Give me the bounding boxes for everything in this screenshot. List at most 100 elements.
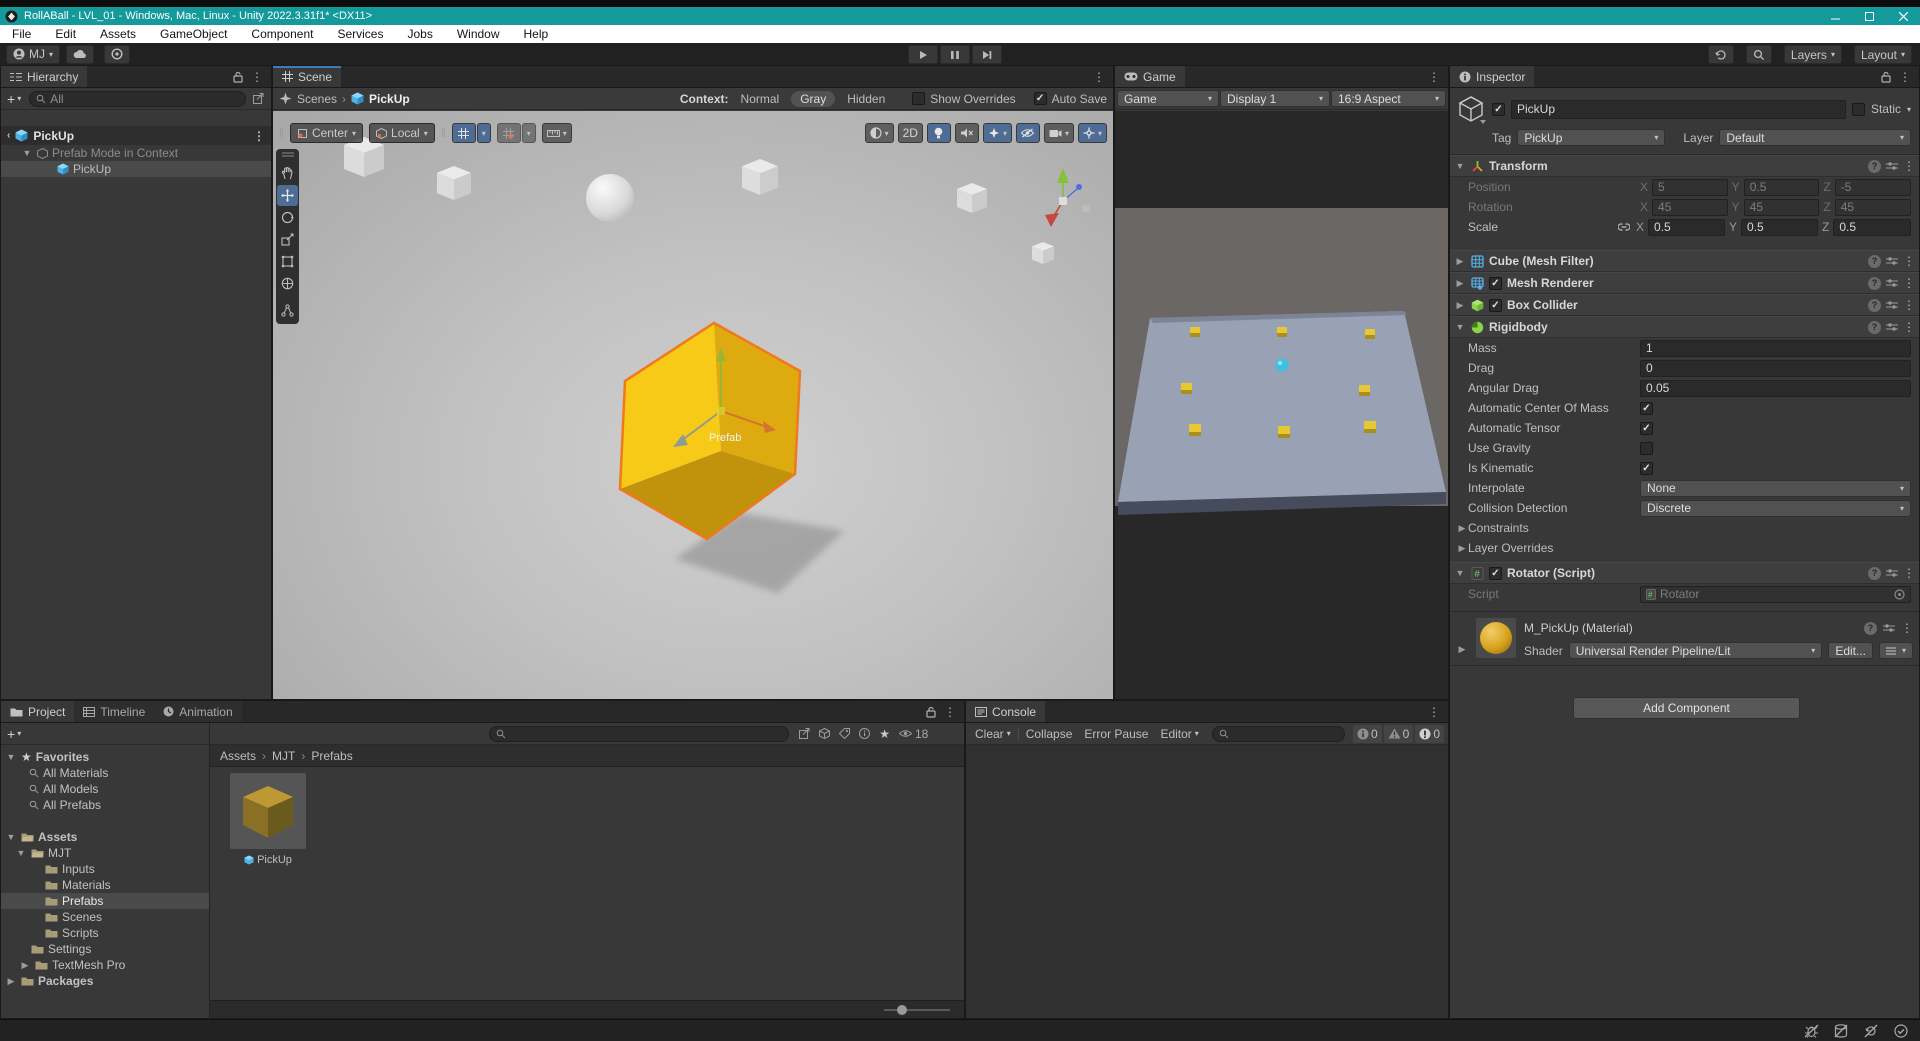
thumbnail-size-slider[interactable] xyxy=(884,1004,950,1016)
presets-icon[interactable] xyxy=(1883,623,1895,633)
script-object-field[interactable]: # Rotator xyxy=(1640,586,1911,603)
lock-icon[interactable] xyxy=(926,706,936,718)
package-icon[interactable] xyxy=(819,728,830,739)
menu-edit[interactable]: Edit xyxy=(43,25,88,43)
tree-assets[interactable]: ▼Assets xyxy=(1,829,209,845)
component-enabled-checkbox[interactable] xyxy=(1489,277,1502,290)
audio-toggle-button[interactable] xyxy=(955,123,979,143)
tab-console[interactable]: Console xyxy=(966,701,1045,722)
position-x-field[interactable]: 5 xyxy=(1652,179,1728,196)
breadcrumb-scenes[interactable]: Scenes xyxy=(297,92,337,106)
console-info-toggle[interactable]: 0 xyxy=(1353,725,1382,743)
console-log-area[interactable] xyxy=(966,745,1448,1018)
tab-animation[interactable]: Animation xyxy=(154,701,241,722)
tab-hierarchy[interactable]: Hierarchy xyxy=(1,66,87,87)
rotator-header[interactable]: ▼ # Rotator (Script) ? ⋮ xyxy=(1450,562,1919,584)
tab-game[interactable]: Game xyxy=(1115,66,1185,87)
prefab-context-row[interactable]: ▼ Prefab Mode in Context xyxy=(1,145,271,161)
kebab-menu-icon[interactable]: ⋮ xyxy=(1899,70,1911,84)
scale-y-field[interactable]: 0.5 xyxy=(1741,219,1818,236)
rotation-z-field[interactable]: 45 xyxy=(1835,199,1911,216)
back-icon[interactable]: ‹ xyxy=(7,130,10,141)
debugger-detached-icon[interactable] xyxy=(1800,1023,1822,1039)
kebab-menu-icon[interactable]: ⋮ xyxy=(253,129,265,143)
grid-options-dropdown[interactable]: ▾ xyxy=(477,123,491,143)
object-picker-icon[interactable] xyxy=(1894,589,1905,600)
auto-refresh-disabled-icon[interactable] xyxy=(1860,1023,1882,1039)
close-button[interactable] xyxy=(1886,7,1920,25)
kebab-menu-icon[interactable]: ⋮ xyxy=(1903,298,1915,312)
hierarchy-item-pickup[interactable]: PickUp xyxy=(1,161,271,177)
transform-tool[interactable] xyxy=(277,273,298,294)
hand-tool[interactable] xyxy=(277,163,298,184)
cache-server-disabled-icon[interactable] xyxy=(1830,1023,1852,1039)
kebab-menu-icon[interactable]: ⋮ xyxy=(1093,70,1105,84)
tree-prefabs[interactable]: Prefabs xyxy=(1,893,209,909)
project-add-button[interactable]: +▾ xyxy=(7,726,21,742)
help-icon[interactable]: ? xyxy=(1868,277,1881,290)
search-button[interactable] xyxy=(1746,45,1772,64)
snap-options-dropdown[interactable]: ▾ xyxy=(522,123,536,143)
auto-com-checkbox[interactable] xyxy=(1640,402,1653,415)
menu-help[interactable]: Help xyxy=(512,25,561,43)
tree-packages[interactable]: ▶Packages xyxy=(1,973,209,989)
presets-icon[interactable] xyxy=(1886,161,1898,171)
info-icon[interactable] xyxy=(859,728,870,739)
help-icon[interactable]: ? xyxy=(1868,255,1881,268)
presets-icon[interactable] xyxy=(1886,256,1898,266)
hierarchy-add-button[interactable]: +▾ xyxy=(7,91,21,107)
kebab-menu-icon[interactable]: ⋮ xyxy=(1903,566,1915,580)
use-gravity-checkbox[interactable] xyxy=(1640,442,1653,455)
rotation-y-field[interactable]: 45 xyxy=(1744,199,1820,216)
presets-icon[interactable] xyxy=(1886,322,1898,332)
game-viewport[interactable] xyxy=(1115,111,1448,699)
favorite-all-prefabs[interactable]: All Prefabs xyxy=(1,797,209,813)
popout-icon[interactable] xyxy=(253,93,264,104)
pivot-mode-dropdown[interactable]: Center▾ xyxy=(290,123,363,143)
auto-save-checkbox[interactable] xyxy=(1034,92,1047,105)
link-icon[interactable] xyxy=(1618,223,1630,231)
account-button[interactable]: MJ▾ xyxy=(6,45,60,64)
tree-inputs[interactable]: Inputs xyxy=(1,861,209,877)
console-error-toggle[interactable]: 0 xyxy=(1415,725,1444,743)
grid-visibility-button[interactable] xyxy=(452,123,476,143)
tree-scenes[interactable]: Scenes xyxy=(1,909,209,925)
tree-materials[interactable]: Materials xyxy=(1,877,209,893)
breadcrumb-current[interactable]: PickUp xyxy=(369,92,410,106)
game-aspect-dropdown[interactable]: 16:9 Aspect▾ xyxy=(1331,90,1446,107)
increment-snap-button[interactable]: ▾ xyxy=(542,123,572,143)
box-collider-header[interactable]: ▶ Box Collider ? ⋮ xyxy=(1450,294,1919,316)
rigidbody-header[interactable]: ▼ Rigidbody ? ⋮ xyxy=(1450,316,1919,338)
presets-icon[interactable] xyxy=(1886,300,1898,310)
menu-file[interactable]: File xyxy=(0,25,43,43)
add-component-button[interactable]: Add Component xyxy=(1573,697,1800,719)
camera-dropdown[interactable]: ▾ xyxy=(1044,123,1074,143)
foldout-icon[interactable]: ▶ xyxy=(1456,644,1468,655)
game-display-dropdown[interactable]: Display 1▾ xyxy=(1220,90,1330,107)
services-button[interactable] xyxy=(104,45,130,64)
menu-component[interactable]: Component xyxy=(239,25,325,43)
undo-history-button[interactable] xyxy=(1708,45,1734,64)
kebab-menu-icon[interactable]: ⋮ xyxy=(1428,70,1440,84)
shader-dropdown[interactable]: Universal Render Pipeline/Lit▾ xyxy=(1569,642,1823,659)
breadcrumb-assets[interactable]: Assets xyxy=(220,749,256,763)
effects-dropdown[interactable]: ▾ xyxy=(983,123,1012,143)
show-overrides-checkbox[interactable] xyxy=(912,92,925,105)
layers-dropdown[interactable]: Layers▾ xyxy=(1784,45,1842,64)
cloud-button[interactable] xyxy=(66,45,94,64)
tree-scripts[interactable]: Scripts xyxy=(1,925,209,941)
interpolate-dropdown[interactable]: None▾ xyxy=(1640,480,1911,497)
console-collapse-button[interactable]: Collapse xyxy=(1021,727,1078,741)
layer-dropdown[interactable]: Default▾ xyxy=(1719,129,1911,146)
foldout-icon[interactable]: ▼ xyxy=(1454,161,1466,171)
kebab-menu-icon[interactable]: ⋮ xyxy=(1903,276,1915,290)
context-option-gray[interactable]: Gray xyxy=(791,91,835,107)
mode-2d-button[interactable]: 2D xyxy=(898,123,923,143)
console-error-pause-button[interactable]: Error Pause xyxy=(1079,727,1153,741)
foldout-icon[interactable]: ▶ xyxy=(1454,278,1466,289)
material-preview[interactable] xyxy=(1476,618,1516,658)
kebab-menu-icon[interactable]: ⋮ xyxy=(1903,254,1915,268)
snap-grid-button[interactable] xyxy=(497,123,521,143)
context-option-hidden[interactable]: Hidden xyxy=(840,92,892,106)
layer-overrides-foldout[interactable]: ▶Layer Overrides xyxy=(1450,538,1919,558)
